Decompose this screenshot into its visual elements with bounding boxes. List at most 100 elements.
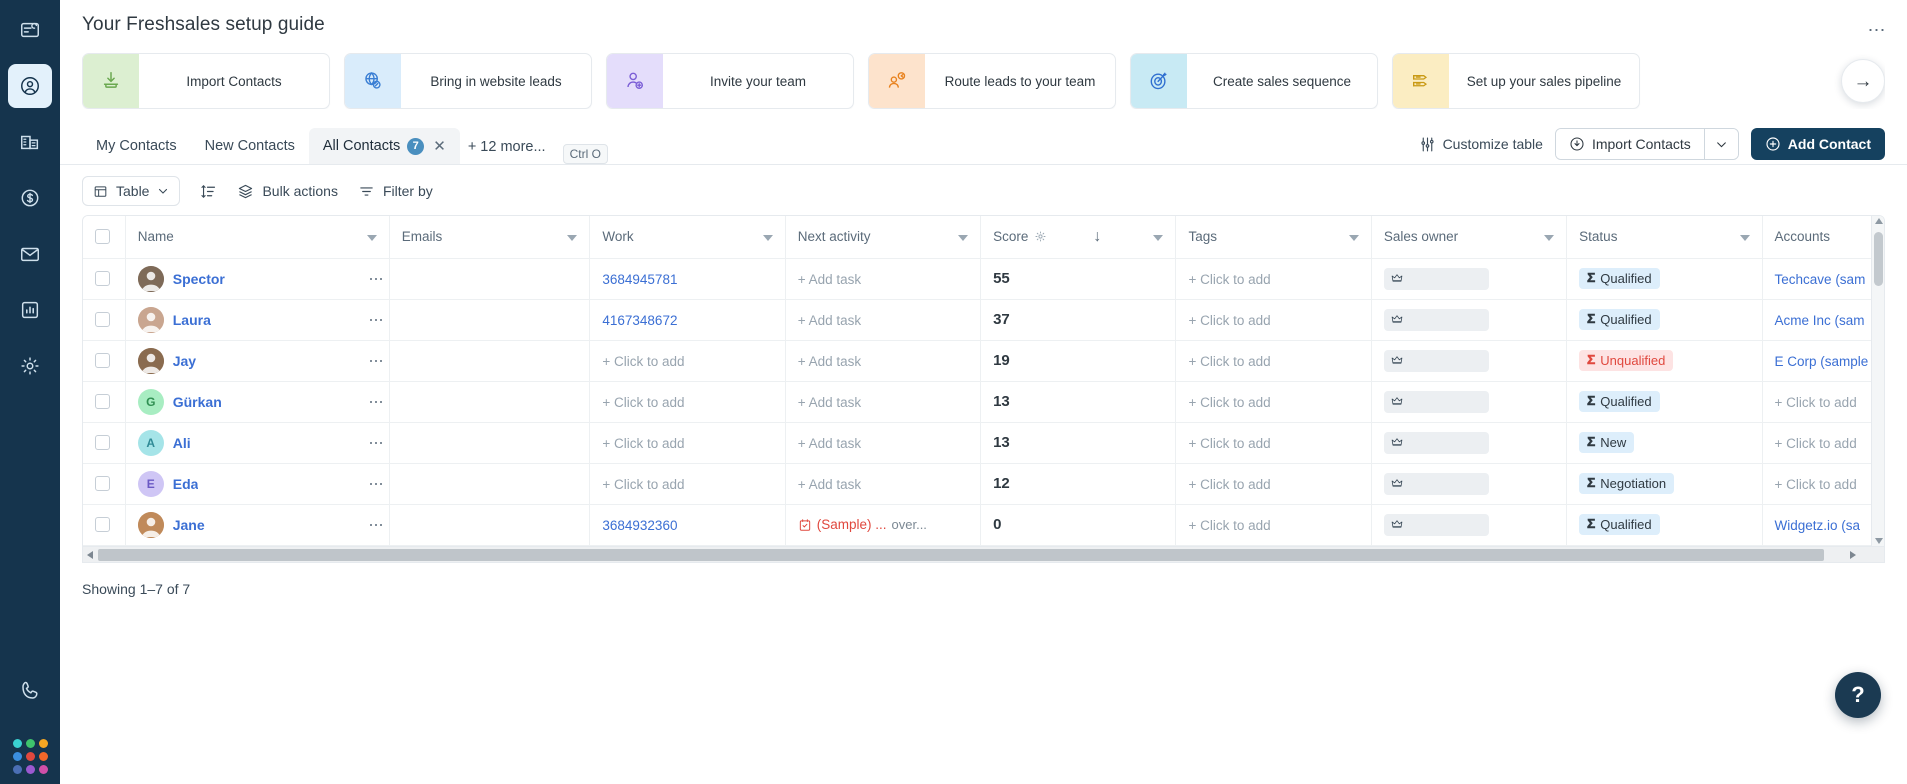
setup-card-sales-pipeline[interactable]: Set up your sales pipeline	[1392, 53, 1640, 109]
app-switcher-icon[interactable]	[12, 739, 48, 774]
cell-next-activity[interactable]: + Add task	[785, 381, 982, 423]
table-vertical-scrollbar[interactable]	[1871, 216, 1884, 546]
table-row[interactable]: A Ali ⋮ + Click to add + Add task 13 + Click t…	[83, 422, 1884, 464]
cell-tags[interactable]: + Click to add	[1175, 299, 1372, 341]
chevron-down-icon[interactable]	[1544, 235, 1555, 241]
tab-new-contacts[interactable]: New Contacts	[191, 128, 309, 164]
cell-placeholder[interactable]: + Click to add	[602, 477, 684, 492]
view-type-select[interactable]: Table	[82, 176, 181, 206]
sales-owner-pill[interactable]	[1383, 308, 1489, 331]
row-checkbox[interactable]	[95, 394, 110, 409]
cell-placeholder[interactable]: + Click to add	[602, 436, 684, 451]
row-actions-menu-icon[interactable]: ⋮	[368, 394, 385, 409]
add-task-placeholder[interactable]: + Add task	[798, 354, 861, 369]
cell-sales-owner[interactable]	[1371, 258, 1568, 300]
guide-overflow-menu-icon[interactable]: ⋯	[1863, 16, 1891, 44]
column-header-status[interactable]: Status	[1566, 216, 1763, 259]
scroll-right-icon[interactable]	[1850, 550, 1856, 559]
cell-accounts[interactable]: Widgetz.io (sa	[1762, 504, 1884, 546]
cell-next-activity[interactable]: + Add task	[785, 422, 982, 464]
cell-emails[interactable]	[389, 422, 591, 464]
row-checkbox[interactable]	[95, 517, 110, 532]
next-activity-title[interactable]: (Sample) ...	[817, 517, 887, 532]
help-button[interactable]: ?	[1835, 672, 1881, 718]
table-row[interactable]: G Gürkan ⋮ + Click to add + Add task 13 + Clic…	[83, 381, 1884, 423]
sidebar-item-contacts[interactable]	[8, 64, 52, 108]
sales-owner-pill[interactable]	[1383, 267, 1489, 290]
filter-by-button[interactable]: Filter by	[358, 183, 433, 200]
cell-status[interactable]: 𝚺 Negotiation	[1566, 463, 1763, 505]
row-actions-menu-icon[interactable]: ⋮	[368, 353, 385, 368]
chevron-down-icon[interactable]	[1153, 235, 1164, 241]
cell-work[interactable]: + Click to add	[589, 463, 786, 505]
cell-tags[interactable]: + Click to add	[1175, 258, 1372, 300]
setup-card-import-contacts[interactable]: Import Contacts	[82, 53, 330, 109]
cell-placeholder[interactable]: + Click to add	[602, 354, 684, 369]
cell-status[interactable]: 𝚺 Qualified	[1566, 381, 1763, 423]
status-badge[interactable]: 𝚺 Qualified	[1579, 391, 1660, 412]
add-task-placeholder[interactable]: + Add task	[798, 313, 861, 328]
gear-icon[interactable]	[1034, 230, 1047, 243]
bulk-actions-button[interactable]: Bulk actions	[237, 183, 338, 200]
cell-status[interactable]: 𝚺 Qualified	[1566, 258, 1763, 300]
contact-name-link[interactable]: Jane	[173, 517, 205, 533]
cell-next-activity[interactable]: + Add task	[785, 340, 982, 382]
sales-owner-pill[interactable]	[1383, 390, 1489, 413]
cell-sales-owner[interactable]	[1371, 504, 1568, 546]
status-badge[interactable]: 𝚺 Negotiation	[1579, 473, 1675, 494]
status-badge[interactable]: 𝚺 Qualified	[1579, 309, 1660, 330]
sidebar-item-settings[interactable]	[8, 344, 52, 388]
sidebar-item-deals[interactable]	[8, 176, 52, 220]
select-all-checkbox[interactable]	[95, 229, 110, 245]
column-header-emails[interactable]: Emails	[389, 216, 591, 259]
cell-work[interactable]: + Click to add	[589, 422, 786, 464]
table-row[interactable]: Jane ⋮ 3684932360 (Sample) ... over... 0 + Cli…	[83, 504, 1884, 546]
column-header-tags[interactable]: Tags	[1175, 216, 1372, 259]
cell-sales-owner[interactable]	[1371, 340, 1568, 382]
table-horizontal-scrollbar[interactable]	[82, 546, 1885, 563]
contact-name-link[interactable]: Ali	[173, 435, 191, 451]
cell-next-activity[interactable]: + Add task	[785, 258, 982, 300]
row-actions-menu-icon[interactable]: ⋮	[368, 476, 385, 491]
setup-card-sales-sequence[interactable]: Create sales sequence	[1130, 53, 1378, 109]
contact-name-link[interactable]: Gürkan	[173, 394, 222, 410]
cell-placeholder[interactable]: + Click to add	[1188, 272, 1270, 287]
add-task-placeholder[interactable]: + Add task	[798, 395, 861, 410]
table-row[interactable]: E Eda ⋮ + Click to add + Add task 12 + Click t…	[83, 463, 1884, 505]
cell-tags[interactable]: + Click to add	[1175, 381, 1372, 423]
cell-work[interactable]: + Click to add	[589, 381, 786, 423]
scrollbar-thumb[interactable]	[98, 548, 1824, 561]
sidebar-item-reports[interactable]	[8, 288, 52, 332]
row-height-button[interactable]	[200, 183, 217, 200]
cell-status[interactable]: 𝚺 Qualified	[1566, 299, 1763, 341]
cell-work[interactable]: + Click to add	[589, 340, 786, 382]
column-header-name[interactable]: Name	[125, 216, 390, 259]
cell-sales-owner[interactable]	[1371, 422, 1568, 464]
status-badge[interactable]: 𝚺 Qualified	[1579, 268, 1660, 289]
scrollbar-thumb[interactable]	[1874, 232, 1883, 286]
cell-next-activity[interactable]: + Add task	[785, 463, 982, 505]
scroll-left-icon[interactable]	[87, 550, 93, 559]
cell-status[interactable]: 𝚺 Unqualified	[1566, 340, 1763, 382]
cell-placeholder[interactable]: + Click to add	[1188, 436, 1270, 451]
row-actions-menu-icon[interactable]: ⋮	[368, 271, 385, 286]
import-contacts-dropdown[interactable]	[1703, 129, 1738, 159]
cell-next-activity[interactable]: (Sample) ... over...	[785, 504, 982, 546]
cell-sales-owner[interactable]	[1371, 463, 1568, 505]
cell-tags[interactable]: + Click to add	[1175, 504, 1372, 546]
table-row[interactable]: Laura ⋮ 4167348672 + Add task 37 + Click to a…	[83, 299, 1884, 341]
cell-placeholder[interactable]: + Click to add	[1188, 518, 1270, 533]
contact-name-link[interactable]: Laura	[173, 312, 211, 328]
chevron-down-icon[interactable]	[1739, 235, 1750, 241]
cell-work[interactable]: 4167348672	[589, 299, 786, 341]
table-row[interactable]: Spector ⋮ 3684945781 + Add task 55 + Click to…	[83, 258, 1884, 300]
column-header-score[interactable]: Score ↓	[980, 216, 1177, 259]
cell-placeholder[interactable]: + Click to add	[602, 395, 684, 410]
sales-owner-pill[interactable]	[1383, 431, 1489, 454]
cell-tags[interactable]: + Click to add	[1175, 422, 1372, 464]
cell-placeholder[interactable]: + Click to add	[1188, 313, 1270, 328]
contact-name-link[interactable]: Eda	[173, 476, 199, 492]
sales-owner-pill[interactable]	[1383, 472, 1489, 495]
chevron-down-icon[interactable]	[1348, 235, 1359, 241]
cell-status[interactable]: 𝚺 Qualified	[1566, 504, 1763, 546]
